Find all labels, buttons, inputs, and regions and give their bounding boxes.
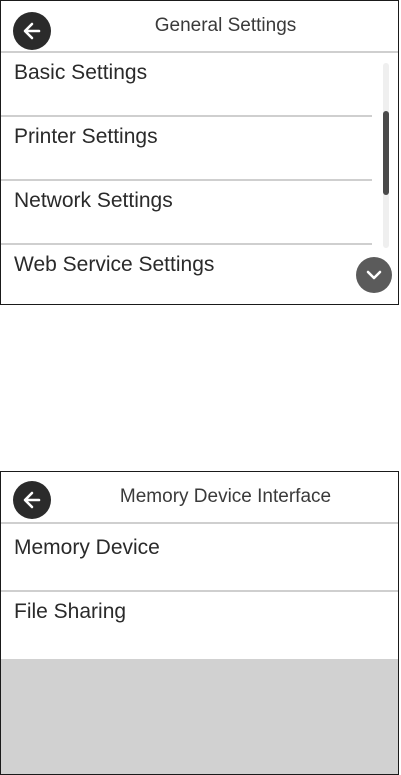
menu-item-label: Web Service Settings	[14, 253, 215, 276]
arrow-left-icon	[23, 491, 41, 509]
menu-item-basic-settings[interactable]: Basic Settings	[1, 53, 372, 117]
page-title: General Settings	[154, 15, 297, 36]
general-settings-screen: General Settings Basic Settings Printer …	[0, 0, 399, 305]
page-title: Memory Device Interface	[119, 486, 332, 507]
chevron-down-icon	[366, 270, 382, 280]
menu-item-label: File Sharing	[14, 600, 127, 623]
menu-item-label: Memory Device	[14, 536, 160, 559]
menu-item-memory-device[interactable]: Memory Device	[1, 528, 398, 592]
menu-item-printer-settings[interactable]: Printer Settings	[1, 117, 372, 181]
memory-device-interface-screen: Memory Device Interface Memory Device Fi…	[0, 471, 399, 775]
menu-item-label: Network Settings	[14, 189, 173, 212]
menu-item-file-sharing[interactable]: File Sharing	[1, 592, 398, 659]
back-button[interactable]	[13, 12, 51, 50]
arrow-left-icon	[23, 22, 41, 40]
scrollbar-thumb[interactable]	[383, 111, 389, 195]
screen-header: Memory Device Interface	[1, 472, 398, 524]
menu-item-label: Basic Settings	[14, 61, 148, 84]
menu-item-web-service-settings[interactable]: Web Service Settings	[1, 245, 372, 304]
back-button[interactable]	[13, 481, 51, 519]
menu-item-label: Printer Settings	[14, 125, 158, 148]
screen-header: General Settings	[1, 1, 398, 53]
scroll-down-button[interactable]	[356, 257, 392, 293]
menu-item-network-settings[interactable]: Network Settings	[1, 181, 372, 245]
empty-list-area	[1, 659, 398, 774]
